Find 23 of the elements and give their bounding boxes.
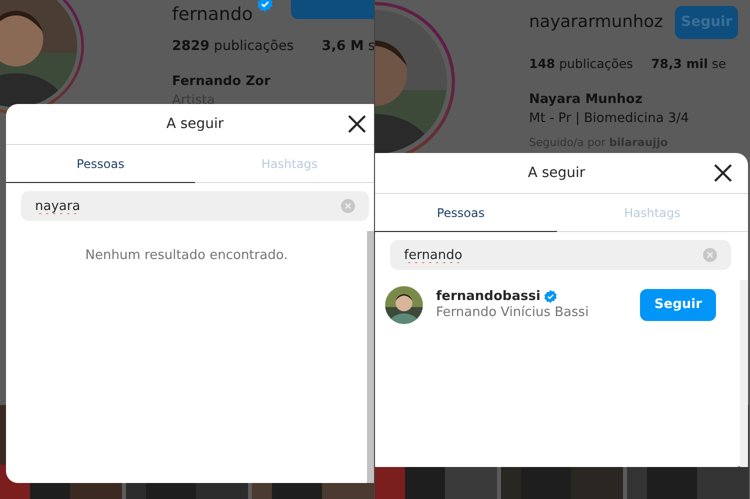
tab[interactable]: Pessoas	[375, 194, 556, 232]
clear-icon[interactable]	[341, 199, 355, 213]
profile-name: Nayara Munhoz	[529, 90, 644, 109]
search-field[interactable]: fernando	[390, 240, 731, 270]
profile-stat: 78,3 mil se	[651, 55, 726, 73]
dialog-title: A seguir	[528, 164, 586, 182]
result-username: fernandobassi	[436, 288, 540, 305]
dialog-title: A seguir	[166, 114, 224, 134]
profile-bio: Mt - Pr | Biomedicina 3/4	[529, 110, 690, 128]
profile-username: nayararmunhoz	[529, 10, 663, 34]
profile-username: fernando	[172, 4, 253, 26]
profile-stat: 148 publicações	[529, 55, 634, 73]
clear-icon[interactable]	[703, 248, 717, 262]
scrollbar[interactable]	[367, 231, 374, 483]
tab[interactable]: Pessoas	[6, 145, 195, 183]
empty-message: Nenhum resultado encontrado.	[84, 247, 289, 265]
result-full-name: Fernando Vinícius Bassi	[436, 305, 590, 322]
scrollbar[interactable]	[740, 280, 748, 467]
close-button[interactable]	[712, 162, 734, 184]
profile-stat: 2829 publicações	[172, 36, 294, 56]
search-field[interactable]: nayara	[21, 191, 369, 221]
profile-name: Fernando Zor	[172, 72, 272, 91]
close-button[interactable]	[346, 113, 368, 135]
